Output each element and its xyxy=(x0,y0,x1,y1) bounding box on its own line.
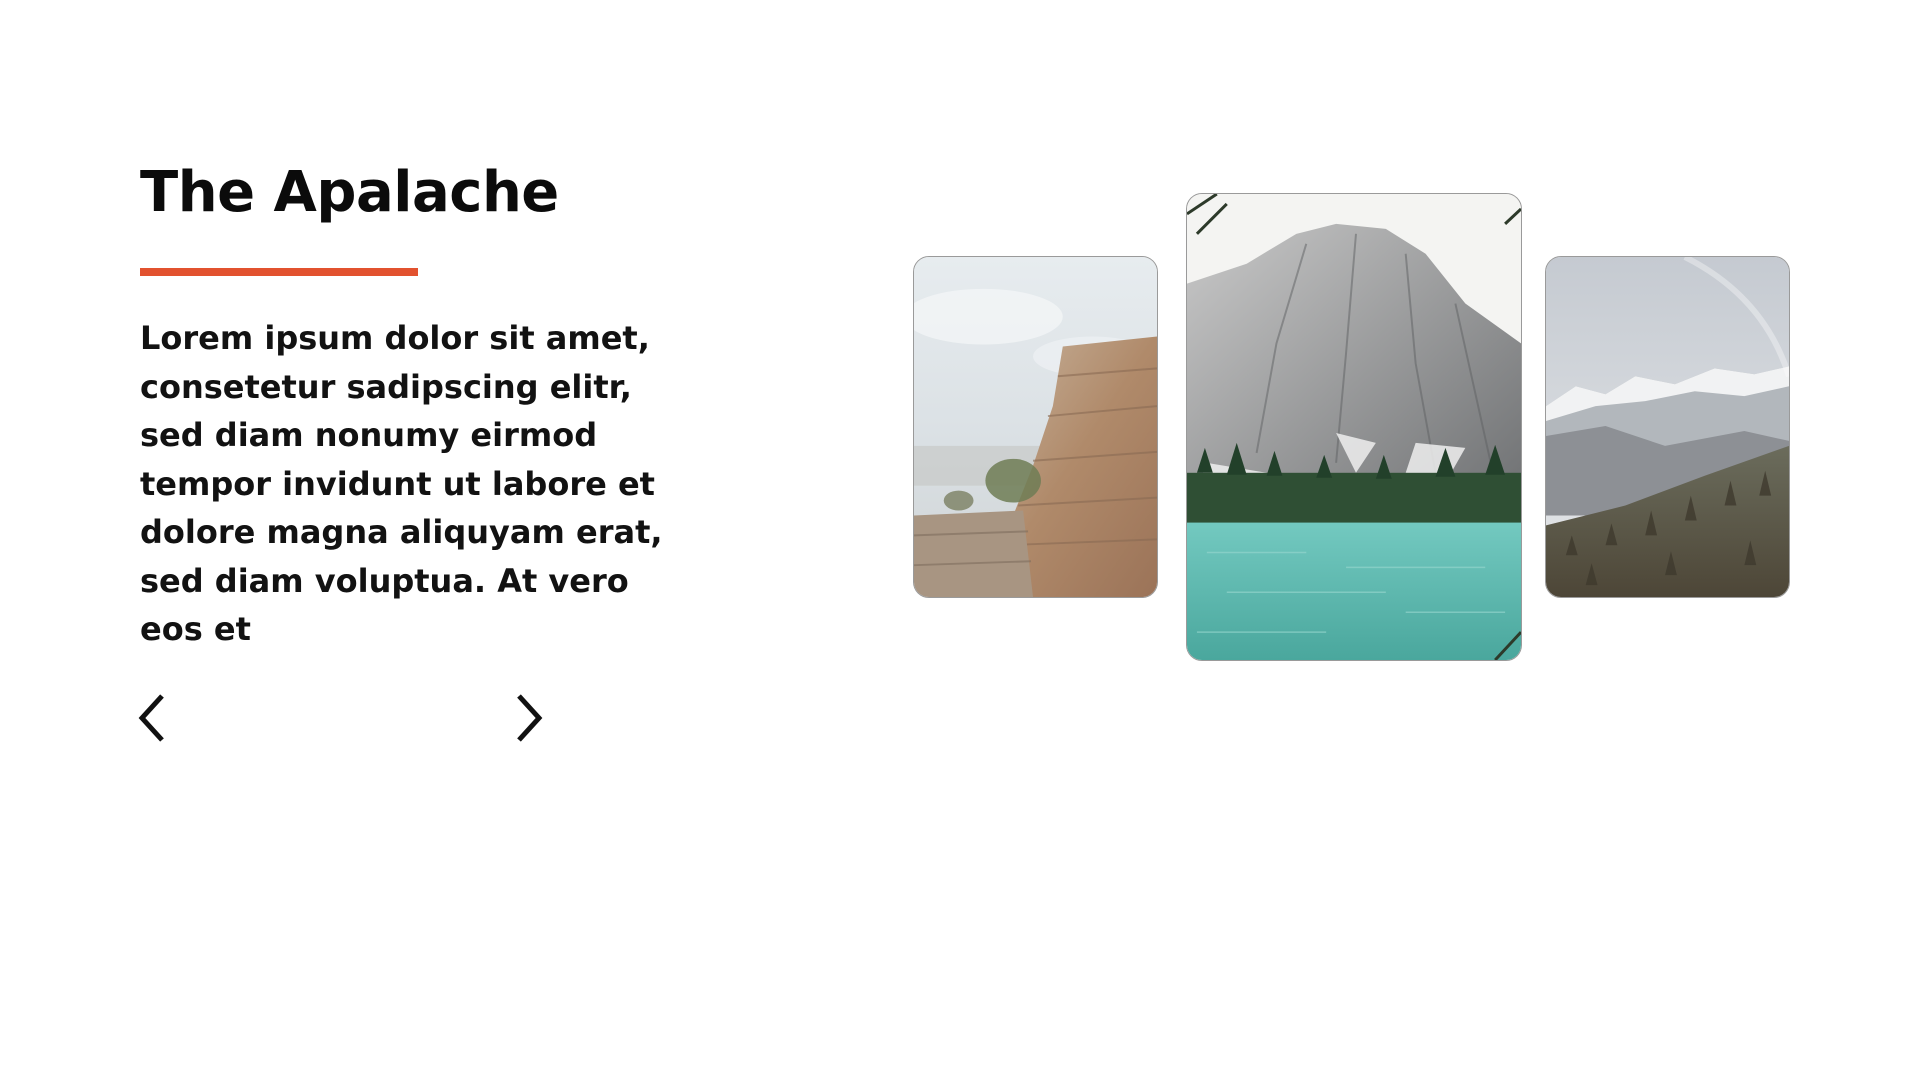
title-underline xyxy=(140,268,418,276)
previous-button[interactable] xyxy=(133,690,177,746)
slide: The Apalache Lorem ipsum dolor sit amet,… xyxy=(0,0,1920,1080)
page-title: The Apalache xyxy=(140,160,559,225)
chevron-left-icon xyxy=(133,690,177,746)
snowy-forest-mountains-image xyxy=(1546,257,1789,597)
gallery-card-mountain-lake[interactable] xyxy=(1186,193,1522,661)
gallery-card-snowy-forest[interactable] xyxy=(1545,256,1790,598)
mountain-lake-image xyxy=(1187,194,1521,660)
description-text: Lorem ipsum dolor sit amet, consetetur s… xyxy=(140,319,663,648)
next-button[interactable] xyxy=(506,690,550,746)
chevron-right-icon xyxy=(506,690,550,746)
gallery-card-canyon[interactable] xyxy=(913,256,1158,598)
canyon-cliff-image xyxy=(914,257,1157,597)
